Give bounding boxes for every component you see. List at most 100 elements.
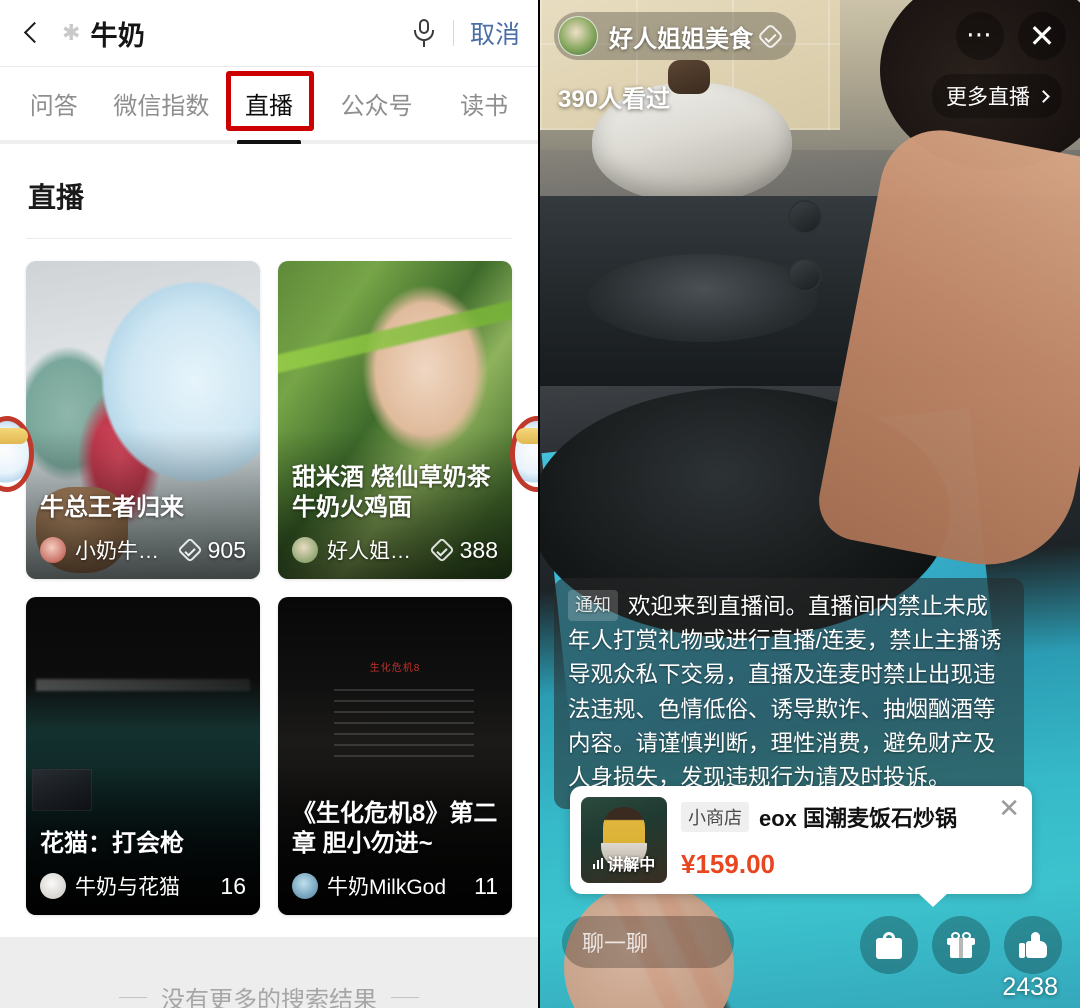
card-title: 《生化危机8》第二章 胆小勿进~ xyxy=(292,800,498,857)
live-card[interactable]: 牛总王者归来 小奶牛牛... 905 xyxy=(26,261,260,579)
card-meta: 小奶牛牛... 905 xyxy=(40,535,246,565)
verified-badge-icon xyxy=(433,541,451,559)
app-screen: ✱ 牛奶 取消 问答 微信指数 直播 公众号 读书 直播 牛总王者归来 小奶牛牛… xyxy=(0,0,1080,1008)
spacer xyxy=(0,937,538,951)
chat-input[interactable]: 聊一聊 xyxy=(562,916,734,968)
no-more-results: 没有更多的搜索结果 xyxy=(0,951,538,1008)
product-title-row: 小商店 eox 国潮麦饭石炒锅 xyxy=(681,801,1021,833)
card-viewer-badge: 11 xyxy=(474,873,498,900)
card-host-name: 牛奶MilkGod xyxy=(327,876,447,899)
no-more-results-label: 没有更多的搜索结果 xyxy=(161,986,377,1008)
live-card-grid: 牛总王者归来 小奶牛牛... 905 甜米酒 烧仙草奶茶 牛奶火鸡面 好人姐姐.… xyxy=(0,239,538,937)
host-name: 好人姐姐美食 xyxy=(609,25,753,53)
card-body: 花猫：打会枪 牛奶与花猫 16 xyxy=(26,829,260,915)
card-meta: 牛奶MilkGod 11 xyxy=(292,871,498,901)
close-icon: ✕ xyxy=(1028,18,1056,54)
more-live-button[interactable]: 更多直播 xyxy=(932,74,1062,118)
card-host-name: 牛奶与花猫 xyxy=(75,876,180,899)
search-tabs: 问答 微信指数 直播 公众号 读书 xyxy=(0,67,538,145)
tab-live-label: 直播 xyxy=(244,93,293,120)
like-button[interactable] xyxy=(1004,916,1062,974)
tab-wechat-index[interactable]: 微信指数 xyxy=(108,67,216,140)
like-count: 2438 xyxy=(1002,973,1058,1001)
gift-icon xyxy=(947,932,975,958)
verified-badge-icon xyxy=(181,541,199,559)
section-title: 直播 xyxy=(28,182,85,213)
card-viewer-count: 905 xyxy=(207,536,246,563)
live-action-buttons xyxy=(860,916,1062,974)
card-meta: 牛奶与花猫 16 xyxy=(40,871,246,901)
audio-wave-icon xyxy=(592,857,604,869)
chevron-right-icon xyxy=(1037,89,1050,103)
card-viewer-badge: 16 xyxy=(220,873,246,900)
search-icon: ✱ xyxy=(62,20,81,45)
live-sub-row: 390人看过 更多直播 xyxy=(554,74,1066,118)
search-results: 直播 牛总王者归来 小奶牛牛... 905 甜米酒 烧仙草奶茶 牛奶火鸡面 好人… xyxy=(0,144,538,937)
viewer-count: 390人看过 xyxy=(558,85,671,113)
live-host-row: 好人姐姐美食 ⋯ ✕ xyxy=(554,12,1066,60)
thumbs-up-icon xyxy=(1019,932,1047,958)
close-icon[interactable]: ✕ xyxy=(998,795,1020,821)
live-bottom-bar: 聊一聊 2438 xyxy=(540,900,1080,1008)
product-card-wrap: 讲解中 小商店 eox 国潮麦饭石炒锅 ¥159.00 ✕ xyxy=(570,786,1032,907)
host-info-pill[interactable]: 好人姐姐美食 xyxy=(554,12,796,60)
card-viewer-count: 388 xyxy=(459,536,498,563)
card-viewer-count: 11 xyxy=(474,872,498,899)
shop-tag: 小商店 xyxy=(681,802,749,832)
card-title: 甜米酒 烧仙草奶茶 牛奶火鸡面 xyxy=(292,464,491,521)
more-live-label: 更多直播 xyxy=(946,86,1030,109)
notice-tag: 通知 xyxy=(568,590,618,622)
avatar xyxy=(292,537,318,563)
card-body: 牛总王者归来 小奶牛牛... 905 xyxy=(26,493,260,579)
live-header: 好人姐姐美食 ⋯ ✕ 390人看过 更多直播 xyxy=(540,0,1080,118)
card-title: 牛总王者归来 xyxy=(40,494,184,521)
back-chevron-icon[interactable] xyxy=(22,19,44,47)
notice-text-wrap: 通知 欢迎来到直播间。直播间内禁止未成年人打赏礼物或进行直播/连麦，禁止主播诱导观… xyxy=(568,590,1010,795)
product-card[interactable]: 讲解中 小商店 eox 国潮麦饭石炒锅 ¥159.00 ✕ xyxy=(570,786,1032,907)
product-price: ¥159.00 xyxy=(681,849,775,879)
live-card[interactable]: 生化危机8 《生化危机8》第二章 胆小勿进~ 牛奶MilkGod 11 xyxy=(278,597,512,915)
avatar xyxy=(292,873,318,899)
card-host-name: 小奶牛牛... xyxy=(75,540,173,563)
live-card[interactable]: 花猫：打会枪 牛奶与花猫 16 xyxy=(26,597,260,915)
card-viewer-count: 16 xyxy=(220,872,246,899)
microphone-icon[interactable] xyxy=(411,17,437,49)
product-explaining-label: 讲解中 xyxy=(607,857,656,874)
close-button[interactable]: ✕ xyxy=(1018,12,1066,60)
search-bar: ✱ 牛奶 取消 xyxy=(0,0,538,67)
card-host-name: 好人姐姐... xyxy=(327,540,425,563)
tab-qa[interactable]: 问答 xyxy=(0,67,108,140)
divider xyxy=(452,20,454,46)
card-meta: 好人姐姐... 388 xyxy=(292,535,498,565)
card-body: 甜米酒 烧仙草奶茶 牛奶火鸡面 好人姐姐... 388 xyxy=(278,463,512,579)
wechat-search-panel: ✱ 牛奶 取消 问答 微信指数 直播 公众号 读书 直播 牛总王者归来 小奶牛牛… xyxy=(0,0,540,1008)
card-body: 《生化危机8》第二章 胆小勿进~ 牛奶MilkGod 11 xyxy=(278,799,512,915)
tab-official-account[interactable]: 公众号 xyxy=(323,67,431,140)
live-header-actions: ⋯ ✕ xyxy=(956,12,1066,60)
live-room-panel: 好人姐姐美食 ⋯ ✕ 390人看过 更多直播 通知 欢迎来到直播间。直播间内禁止… xyxy=(540,0,1080,1008)
product-info: 小商店 eox 国潮麦饭石炒锅 ¥159.00 xyxy=(667,797,1021,880)
avatar xyxy=(40,537,66,563)
notice-body: 欢迎来到直播间。直播间内禁止未成年人打赏礼物或进行直播/连麦，禁止主播诱导观众私… xyxy=(568,594,1002,790)
cancel-button[interactable]: 取消 xyxy=(470,15,520,51)
shopping-bag-button[interactable] xyxy=(860,916,918,974)
tab-reading[interactable]: 读书 xyxy=(430,67,538,140)
tab-live[interactable]: 直播 xyxy=(215,67,323,145)
avatar xyxy=(558,16,598,56)
search-input[interactable]: 牛奶 xyxy=(90,14,411,53)
avatar xyxy=(40,873,66,899)
gift-button[interactable] xyxy=(932,916,990,974)
card-title: 花猫：打会枪 xyxy=(40,830,184,857)
dash-right xyxy=(391,996,419,998)
verified-badge-icon xyxy=(761,27,780,46)
shopping-bag-icon xyxy=(876,931,902,959)
card-viewer-badge: 388 xyxy=(433,537,498,564)
live-card[interactable]: 甜米酒 烧仙草奶茶 牛奶火鸡面 好人姐姐... 388 xyxy=(278,261,512,579)
product-name: eox 国潮麦饭石炒锅 xyxy=(759,806,958,831)
dash-left xyxy=(119,996,147,998)
product-explaining-badge: 讲解中 xyxy=(581,851,667,875)
live-notice-bubble: 通知 欢迎来到直播间。直播间内禁止未成年人打赏礼物或进行直播/连麦，禁止主播诱导观… xyxy=(554,578,1024,810)
more-options-button[interactable]: ⋯ xyxy=(956,12,1004,60)
product-thumbnail: 讲解中 xyxy=(581,797,667,883)
card-viewer-badge: 905 xyxy=(181,537,246,564)
